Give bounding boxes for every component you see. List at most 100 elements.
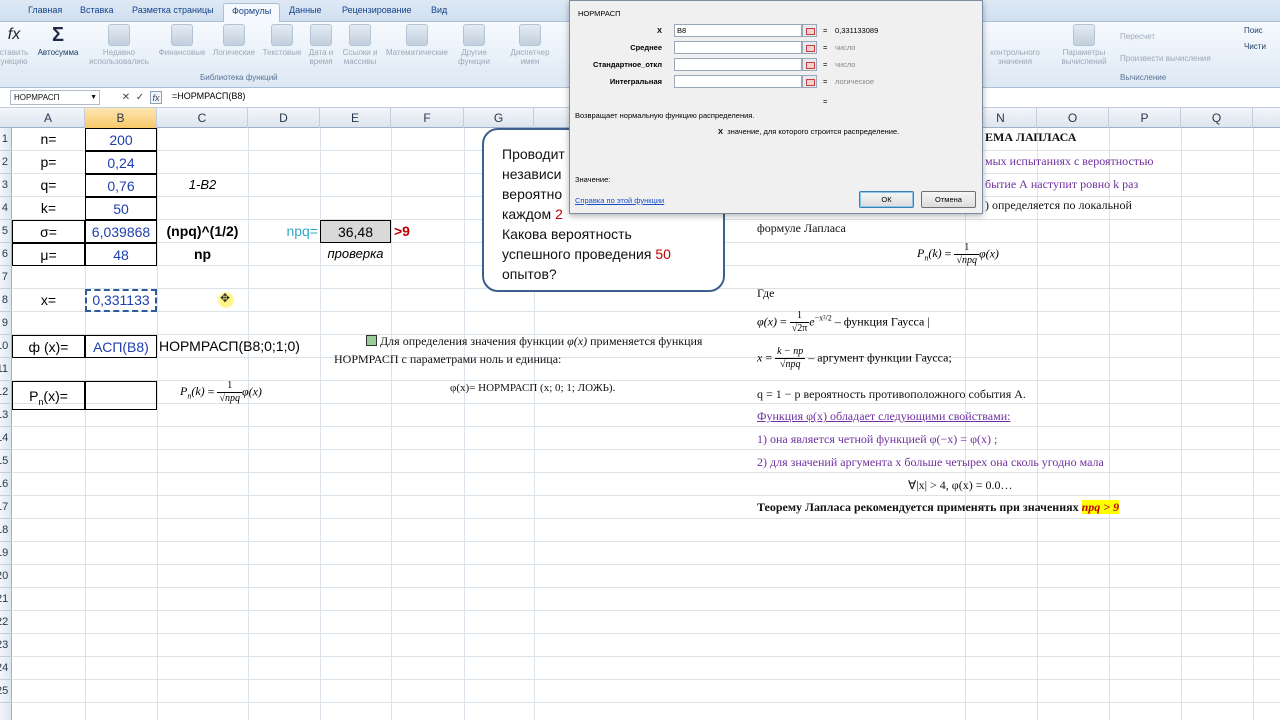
arg-input-stdev[interactable]: [674, 58, 802, 71]
logical-button[interactable]: Логические: [209, 24, 259, 76]
col-header-o[interactable]: O: [1037, 108, 1109, 128]
row-header[interactable]: 17: [0, 496, 12, 519]
cell-a3[interactable]: q=: [12, 174, 85, 196]
row-header[interactable]: 14: [0, 427, 12, 450]
row-header[interactable]: 18: [0, 519, 12, 542]
name-box[interactable]: НОРМРАСП ▼: [10, 90, 100, 105]
col-header-d[interactable]: D: [248, 108, 320, 128]
col-header-c[interactable]: C: [157, 108, 248, 128]
find-button[interactable]: Поис: [1244, 26, 1263, 35]
ok-button[interactable]: ОК: [859, 191, 914, 208]
cell-e5[interactable]: 36,48: [320, 220, 391, 243]
help-link[interactable]: Справка по этой функции: [575, 196, 664, 205]
financial-button[interactable]: Финансовые: [156, 24, 208, 76]
math-button[interactable]: Математические: [383, 24, 451, 76]
col-header-a[interactable]: A: [12, 108, 85, 128]
lookup-button[interactable]: Ссылки и массивы: [338, 24, 382, 76]
row-header[interactable]: 13: [0, 404, 12, 427]
arg-input-cumulative[interactable]: [674, 75, 802, 88]
tab-review[interactable]: Рецензирование: [342, 5, 412, 15]
row-header[interactable]: 8: [0, 289, 12, 312]
tab-home[interactable]: Главная: [28, 5, 62, 15]
tab-data[interactable]: Данные: [289, 5, 322, 15]
cell-a10[interactable]: ф (x)=: [12, 335, 85, 358]
cell-a8[interactable]: x=: [12, 289, 85, 311]
row-header[interactable]: 19: [0, 542, 12, 565]
calc-options-button[interactable]: Параметры вычислений: [1056, 24, 1112, 76]
row-header[interactable]: 20: [0, 565, 12, 588]
arg-input-mean[interactable]: [674, 41, 802, 54]
row-header[interactable]: 16: [0, 473, 12, 496]
row-header[interactable]: 1: [0, 128, 12, 151]
col-header-b[interactable]: B: [85, 108, 157, 128]
cell-b8[interactable]: 0,331133: [85, 289, 157, 312]
row-header[interactable]: 25: [0, 680, 12, 703]
row-header[interactable]: 2: [0, 151, 12, 174]
row-header[interactable]: 6: [0, 243, 12, 266]
col-header-g[interactable]: G: [464, 108, 534, 128]
cell-b5[interactable]: 6,039868: [85, 220, 157, 243]
calc-sheet-button[interactable]: Произвести вычисления: [1120, 54, 1211, 63]
cell-d5[interactable]: npq=: [248, 220, 318, 242]
row-header[interactable]: 23: [0, 634, 12, 657]
enter-check-icon[interactable]: ✓: [134, 91, 146, 104]
col-header-p[interactable]: P: [1109, 108, 1181, 128]
cell-b10[interactable]: АСП(B8): [85, 335, 157, 358]
row-header[interactable]: 12: [0, 381, 12, 404]
cell-a1[interactable]: n=: [12, 128, 85, 150]
fx-icon[interactable]: fx: [150, 91, 162, 104]
cell-a12[interactable]: Pn(x)=: [12, 381, 85, 410]
chevron-down-icon[interactable]: ▼: [90, 91, 97, 104]
cancel-icon[interactable]: ✕: [120, 91, 132, 104]
text-functions-button[interactable]: Текстовые: [260, 24, 304, 76]
row-header[interactable]: 21: [0, 588, 12, 611]
row-header[interactable]: 24: [0, 657, 12, 680]
cell-c6[interactable]: np: [157, 243, 248, 265]
row-header[interactable]: 4: [0, 197, 12, 220]
cell-c3[interactable]: 1-B2: [157, 174, 248, 196]
cell-c5[interactable]: (npq)^(1/2): [157, 220, 248, 242]
col-header-q[interactable]: Q: [1181, 108, 1253, 128]
tab-view[interactable]: Вид: [431, 5, 447, 15]
recalc-button[interactable]: Пересчет: [1120, 32, 1155, 41]
cell-a6[interactable]: μ=: [12, 243, 85, 266]
tab-formulas[interactable]: Формулы: [223, 3, 281, 22]
row-header[interactable]: 3: [0, 174, 12, 197]
row-header[interactable]: 5: [0, 220, 12, 243]
clear-button[interactable]: Чисти: [1244, 42, 1266, 51]
cell-a5[interactable]: σ=: [12, 220, 85, 243]
arg-input-x[interactable]: B8: [674, 24, 802, 37]
tab-insert[interactable]: Вставка: [80, 5, 113, 15]
collapse-dialog-icon[interactable]: [802, 58, 817, 71]
cell-e6[interactable]: проверка: [320, 243, 391, 265]
collapse-dialog-icon[interactable]: [802, 41, 817, 54]
cell-b6[interactable]: 48: [85, 243, 157, 266]
cell-b3[interactable]: 0,76: [85, 174, 157, 197]
formula-input[interactable]: =НОРМРАСП(B8): [172, 91, 245, 101]
cancel-button[interactable]: Отмена: [921, 191, 976, 208]
tab-page-layout[interactable]: Разметка страницы: [132, 5, 214, 15]
row-header[interactable]: 22: [0, 611, 12, 634]
col-header-f[interactable]: F: [391, 108, 464, 128]
row-header[interactable]: 7: [0, 266, 12, 289]
collapse-dialog-icon[interactable]: [802, 24, 817, 37]
datetime-button[interactable]: Дата и время: [305, 24, 337, 76]
cell-b12[interactable]: [85, 381, 157, 410]
insert-function-button[interactable]: fx ставить ункцию: [0, 24, 30, 76]
cell-b2[interactable]: 0,24: [85, 151, 157, 174]
autosum-button[interactable]: Σ Автосумма: [34, 24, 82, 76]
row-header[interactable]: 11: [0, 358, 12, 381]
row-header[interactable]: 15: [0, 450, 12, 473]
collapse-dialog-icon[interactable]: [802, 75, 817, 88]
cell-a4[interactable]: k=: [12, 197, 85, 219]
cell-c10[interactable]: НОРМРАСП(B8;0;1;0): [159, 335, 319, 357]
row-header[interactable]: 10: [0, 335, 12, 358]
other-functions-button[interactable]: Другие функции: [452, 24, 496, 76]
recent-functions-button[interactable]: Недавно использовались: [84, 24, 154, 76]
cell-f5[interactable]: >9: [394, 220, 454, 242]
row-header[interactable]: 9: [0, 312, 12, 335]
col-header-e[interactable]: E: [320, 108, 391, 128]
cell-b1[interactable]: 200: [85, 128, 157, 151]
cell-b4[interactable]: 50: [85, 197, 157, 220]
cell-a2[interactable]: p=: [12, 151, 85, 173]
